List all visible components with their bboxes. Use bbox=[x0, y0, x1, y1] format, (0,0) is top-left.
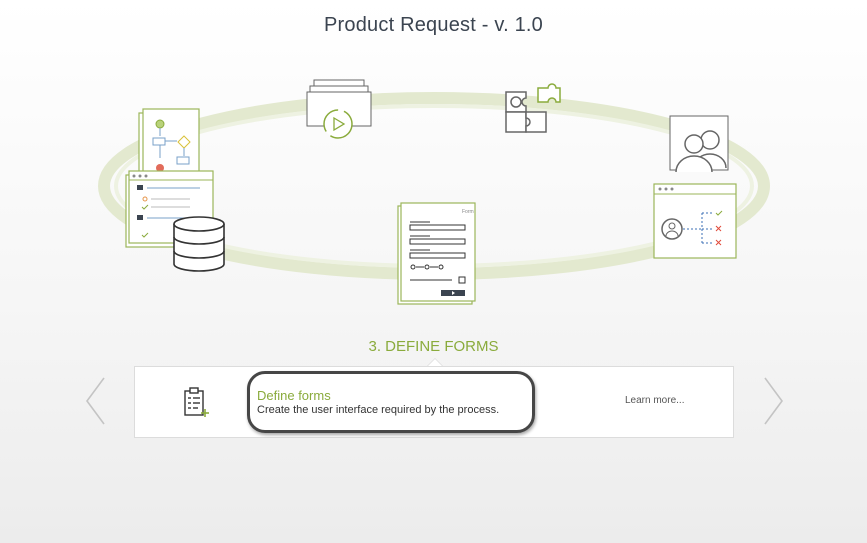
clipboard-add-icon bbox=[183, 387, 211, 424]
users-icon[interactable] bbox=[669, 115, 729, 173]
video-lifecycle-icon[interactable] bbox=[306, 79, 372, 139]
step-label: 3. DEFINE FORMS bbox=[368, 338, 499, 355]
step-detail-panel: Define forms Create the user interface r… bbox=[134, 366, 734, 438]
form-icon[interactable]: Form bbox=[397, 202, 476, 305]
chevron-right-icon[interactable] bbox=[761, 376, 785, 431]
decision-list-icon[interactable] bbox=[653, 183, 737, 259]
database-icon[interactable] bbox=[125, 170, 225, 272]
step-description: Create the user interface required by th… bbox=[257, 404, 500, 416]
step-title: Define forms bbox=[257, 388, 331, 403]
chevron-left-icon[interactable] bbox=[84, 376, 108, 431]
form-thumbnail-label: Form bbox=[462, 209, 474, 215]
lifecycle-diagram: Form bbox=[98, 79, 770, 305]
learn-more-link[interactable]: Learn more... bbox=[625, 395, 684, 406]
